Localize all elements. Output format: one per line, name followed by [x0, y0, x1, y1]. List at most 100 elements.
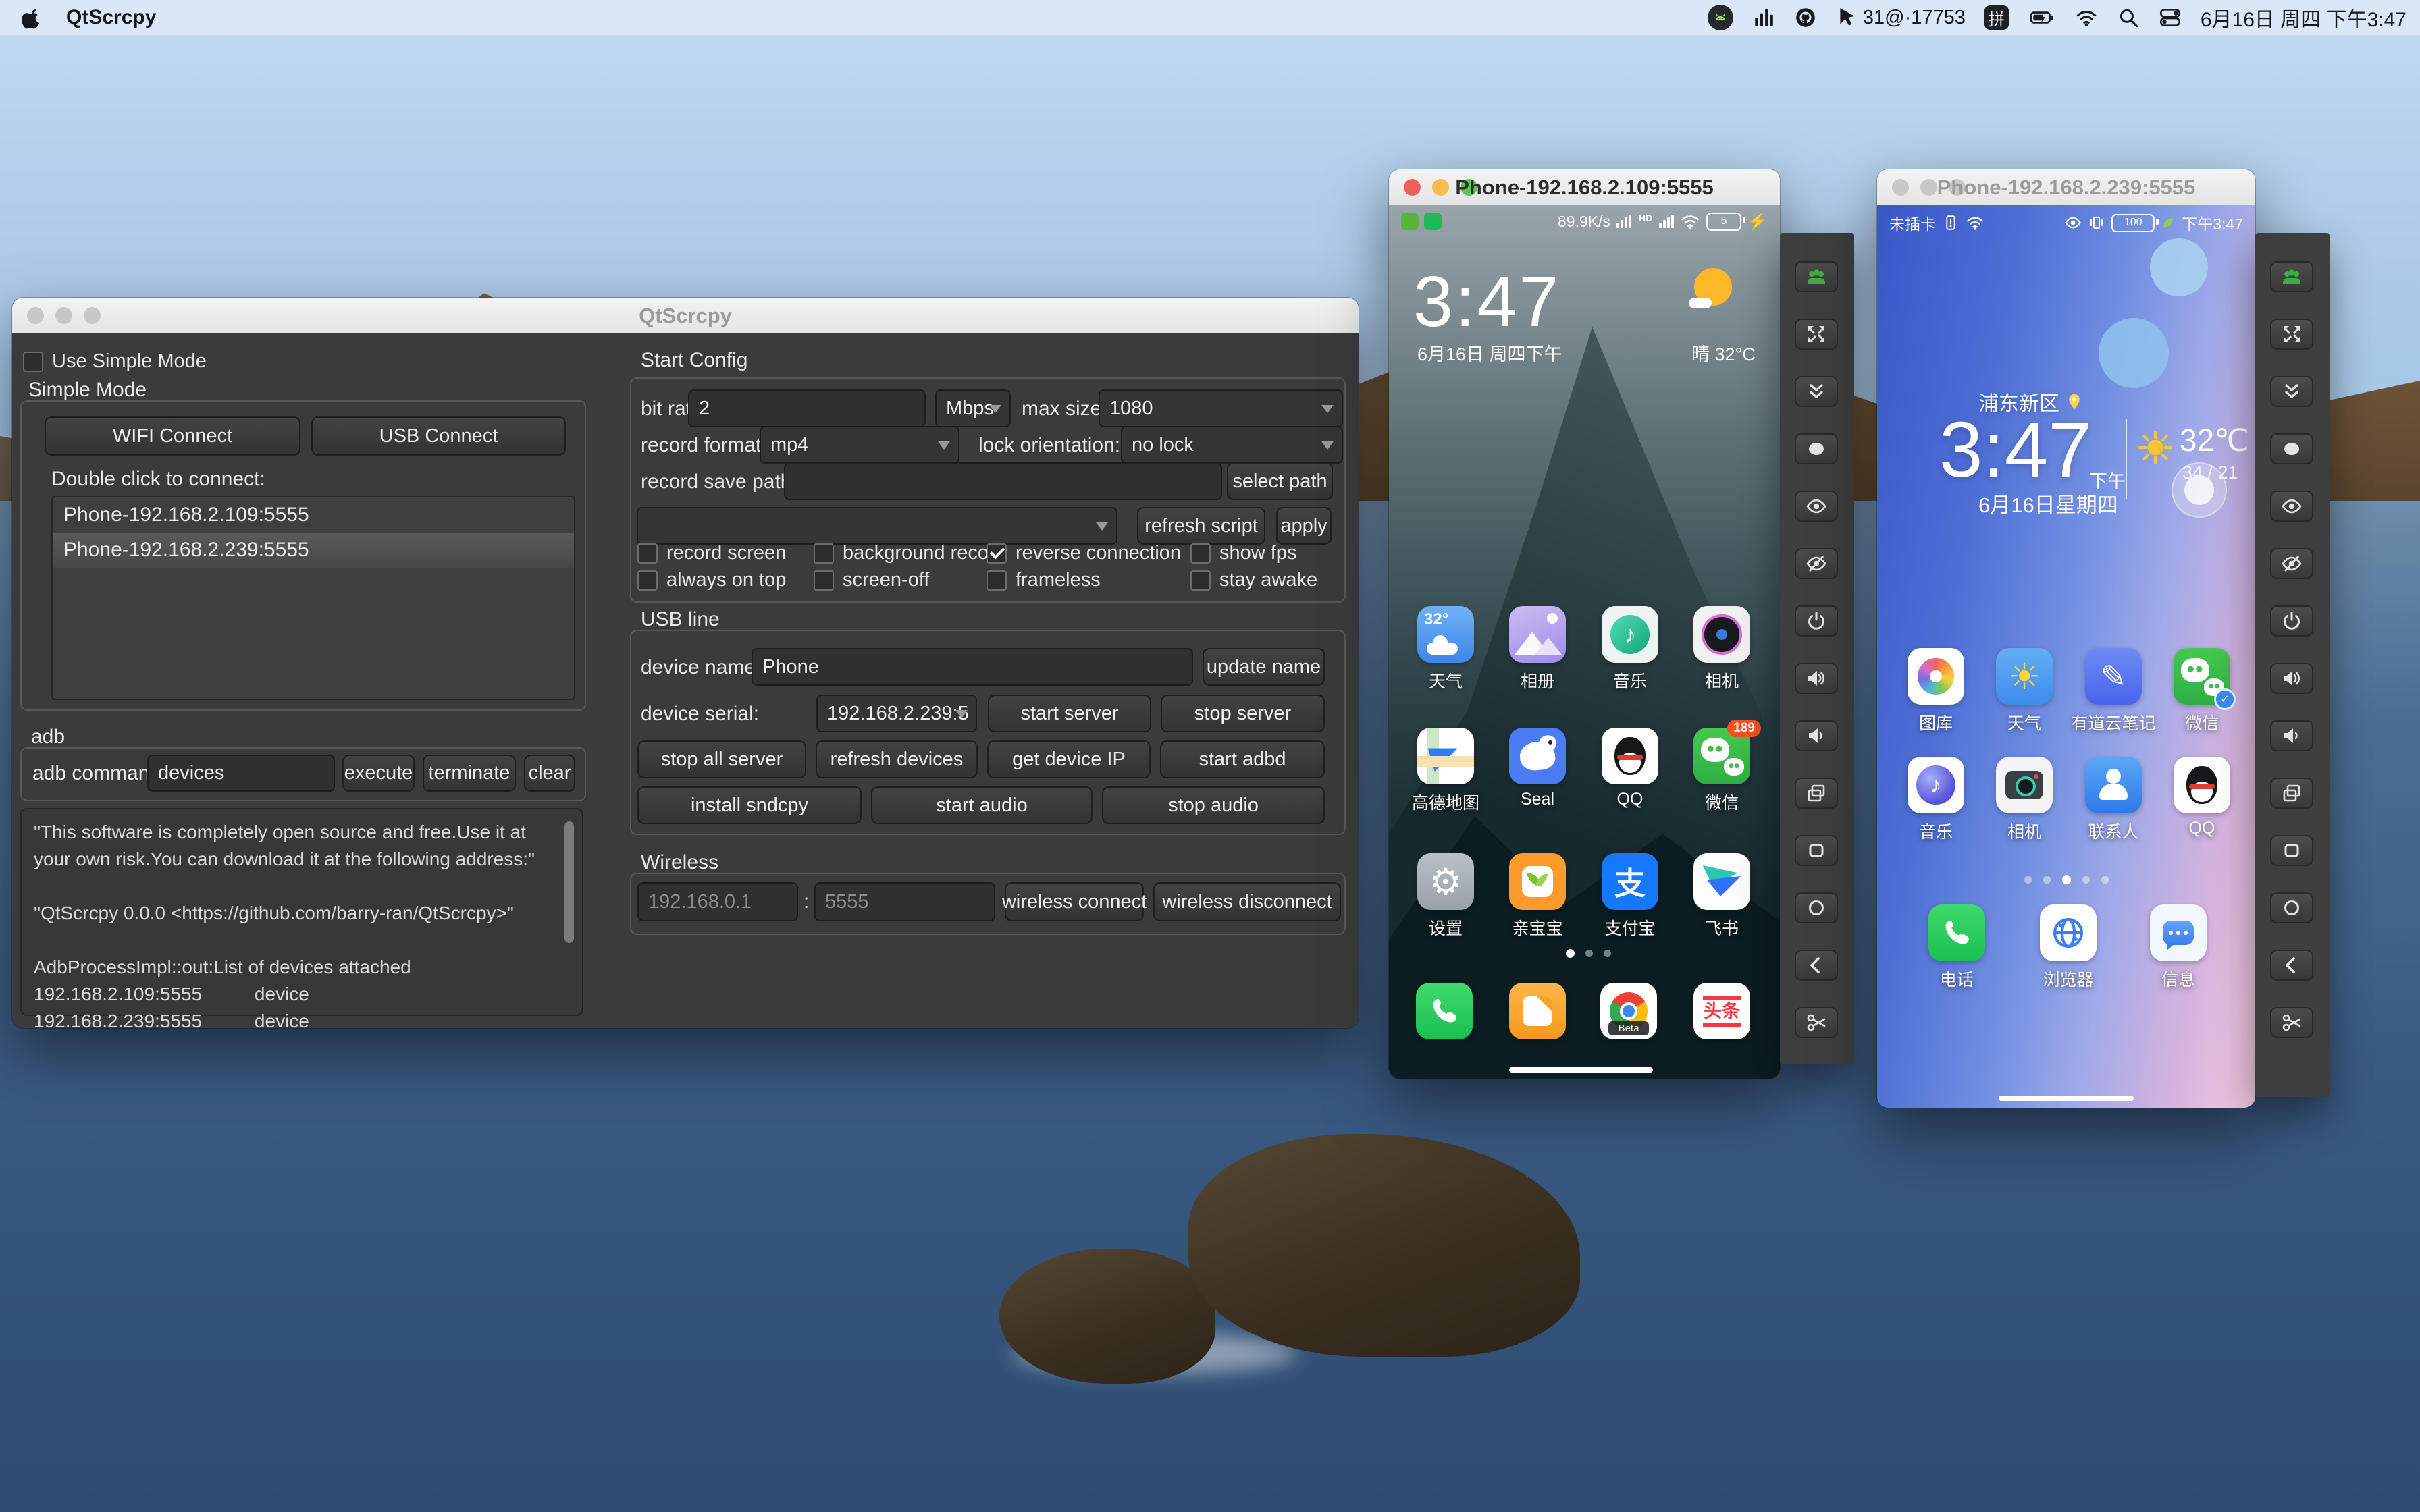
start-adbd-button[interactable]: start adbd [1160, 740, 1325, 778]
volume-down-button[interactable] [1795, 720, 1838, 751]
max-size-select[interactable]: 1080 [1099, 389, 1343, 427]
search-icon[interactable] [2117, 6, 2140, 29]
fullscreen-button[interactable] [1795, 319, 1838, 350]
input-method-icon[interactable]: 拼 [1984, 5, 2009, 30]
stay-awake-checkbox[interactable]: stay awake [1190, 569, 1317, 591]
screen-on-button[interactable] [2270, 491, 2313, 522]
app-wechat[interactable]: 189 微信 [1693, 720, 1761, 813]
volume-up-button[interactable] [1795, 663, 1838, 694]
adb-console[interactable]: "This software is completely open source… [20, 808, 583, 1028]
select-path-button[interactable]: select path [1227, 462, 1333, 500]
screenshot-button[interactable] [1795, 433, 1838, 464]
app-camera2[interactable]: 相机 [1996, 757, 2053, 842]
home-indicator[interactable] [1999, 1096, 2134, 1101]
wireless-port-input[interactable]: 5555 [814, 882, 995, 921]
device-list-item[interactable]: Phone-192.168.2.109:5555 [53, 497, 574, 533]
apply-button[interactable]: apply [1276, 507, 1332, 545]
terminate-button[interactable]: terminate [423, 755, 516, 792]
screen-off-checkbox[interactable]: screen-off [814, 569, 929, 591]
wireless-disconnect-button[interactable]: wireless disconnect [1153, 882, 1341, 921]
app-weather[interactable]: 32° 天气 [1417, 606, 1474, 691]
app-gallery[interactable]: 相册 [1509, 606, 1566, 691]
menu-button[interactable] [1795, 835, 1838, 866]
console-scrollbar[interactable] [564, 821, 574, 943]
app-seal[interactable]: Seal [1509, 728, 1566, 809]
usb-connect-button[interactable]: USB Connect [311, 416, 566, 456]
group-control-button[interactable] [2270, 261, 2313, 292]
clear-button[interactable]: clear [524, 755, 575, 792]
screenshot-button[interactable] [2270, 433, 2313, 464]
record-screen-checkbox[interactable]: record screen [637, 542, 786, 564]
wireless-ip-input[interactable]: 192.168.0.1 [637, 882, 798, 921]
back-button[interactable] [2270, 950, 2313, 981]
dock-phone2[interactable]: 电话 [1928, 905, 1985, 990]
bit-rate-unit-select[interactable]: Mbps [935, 389, 1011, 427]
app-weather2[interactable]: ☀ 天气 [1996, 648, 2053, 733]
execute-button[interactable]: execute [342, 755, 415, 792]
assistive-ball[interactable] [2172, 462, 2227, 518]
screen-on-button[interactable] [1795, 491, 1838, 522]
dock-chrome[interactable]: Beta [1600, 983, 1657, 1040]
menubar-app-name[interactable]: QtScrcpy [66, 6, 156, 29]
frameless-checkbox[interactable]: frameless [987, 569, 1101, 591]
menubar-clock[interactable]: 6月16日 周四 下午3:47 [2201, 3, 2406, 32]
volume-down-button[interactable] [2270, 720, 2313, 751]
group-control-button[interactable] [1795, 261, 1838, 292]
app-feishu[interactable]: 飞书 [1693, 853, 1750, 938]
wifi-icon[interactable] [2075, 6, 2098, 29]
power-button[interactable] [1795, 605, 1838, 637]
app-wechat2[interactable]: 微信 [2174, 648, 2236, 733]
device-serial-select[interactable]: 192.168.2.239:5 [816, 695, 977, 732]
dock-toutiao[interactable]: 头条 [1693, 983, 1750, 1040]
app-contacts[interactable]: 联系人 [2085, 757, 2142, 842]
install-sndcpy-button[interactable]: install sndcpy [637, 786, 862, 824]
start-server-button[interactable]: start server [988, 695, 1151, 732]
refresh-script-button[interactable]: refresh script [1137, 507, 1265, 545]
stats-bars-icon[interactable] [1752, 6, 1775, 29]
script-select[interactable] [637, 507, 1117, 545]
always-on-top-checkbox[interactable]: always on top [637, 569, 786, 591]
menu-button[interactable] [2270, 835, 2313, 866]
stop-all-server-button[interactable]: stop all server [637, 740, 806, 778]
dock-browser[interactable]: 浏览器 [2040, 905, 2097, 990]
checkbox-box[interactable] [23, 351, 43, 372]
notification-pull-button[interactable] [1795, 376, 1838, 407]
app-music[interactable]: ♪ 音乐 [1602, 606, 1658, 691]
app-amap[interactable]: 高德地图 [1412, 728, 1479, 813]
app-camera[interactable]: 相机 [1693, 606, 1750, 691]
app-qinbaobao[interactable]: 亲宝宝 [1509, 853, 1566, 938]
notification-pull-button[interactable] [2270, 376, 2313, 407]
get-device-ip-button[interactable]: get device IP [987, 740, 1151, 778]
update-name-button[interactable]: update name [1203, 648, 1325, 686]
battery-icon[interactable] [2028, 6, 2056, 29]
app-gallery2[interactable]: 图库 [1908, 648, 1964, 733]
screen-off-button[interactable] [2270, 548, 2313, 579]
phone2-screen[interactable]: 未插卡 100 下午3:47 浦东新区 3:47 下午 32℃ 34 / 21 … [1877, 205, 2255, 1108]
home-button[interactable] [1795, 892, 1838, 923]
back-button[interactable] [1795, 950, 1838, 981]
app-qq2[interactable]: QQ [2174, 757, 2230, 838]
app-qq[interactable]: QQ [1602, 728, 1658, 809]
clip-button[interactable] [1795, 1007, 1838, 1038]
app-switch-button[interactable] [2270, 778, 2313, 809]
screen-off-button[interactable] [1795, 548, 1838, 579]
dock-phone[interactable] [1416, 983, 1473, 1040]
use-simple-mode-checkbox[interactable]: Use Simple Mode [23, 350, 207, 373]
net-speed-item[interactable]: 31@·17753 [1836, 6, 1966, 29]
app-alipay[interactable]: 支 支付宝 [1602, 853, 1658, 938]
android-status-icon[interactable] [1707, 5, 1733, 30]
reverse-connection-checkbox[interactable]: reverse connection [987, 542, 1181, 564]
stop-audio-button[interactable]: stop audio [1102, 786, 1325, 824]
phone1-screen[interactable]: 89.9K/s HD 5 ⚡ 3:47 6月16日 周四下午 晴 32°C 32… [1389, 205, 1780, 1079]
app-music2[interactable]: ♪ 音乐 [1908, 757, 1964, 842]
clip-button[interactable] [2270, 1007, 2313, 1038]
dock-messages[interactable]: 信息 [2150, 905, 2207, 990]
record-save-path-input[interactable] [784, 462, 1222, 500]
apple-menu-icon[interactable] [20, 6, 43, 29]
record-format-select[interactable]: mp4 [760, 426, 959, 464]
bit-rate-input[interactable]: 2 [688, 389, 926, 427]
wifi-connect-button[interactable]: WIFI Connect [45, 416, 300, 456]
github-icon[interactable] [1794, 6, 1817, 29]
power-button[interactable] [2270, 605, 2313, 637]
adb-command-input[interactable]: devices [147, 755, 335, 792]
